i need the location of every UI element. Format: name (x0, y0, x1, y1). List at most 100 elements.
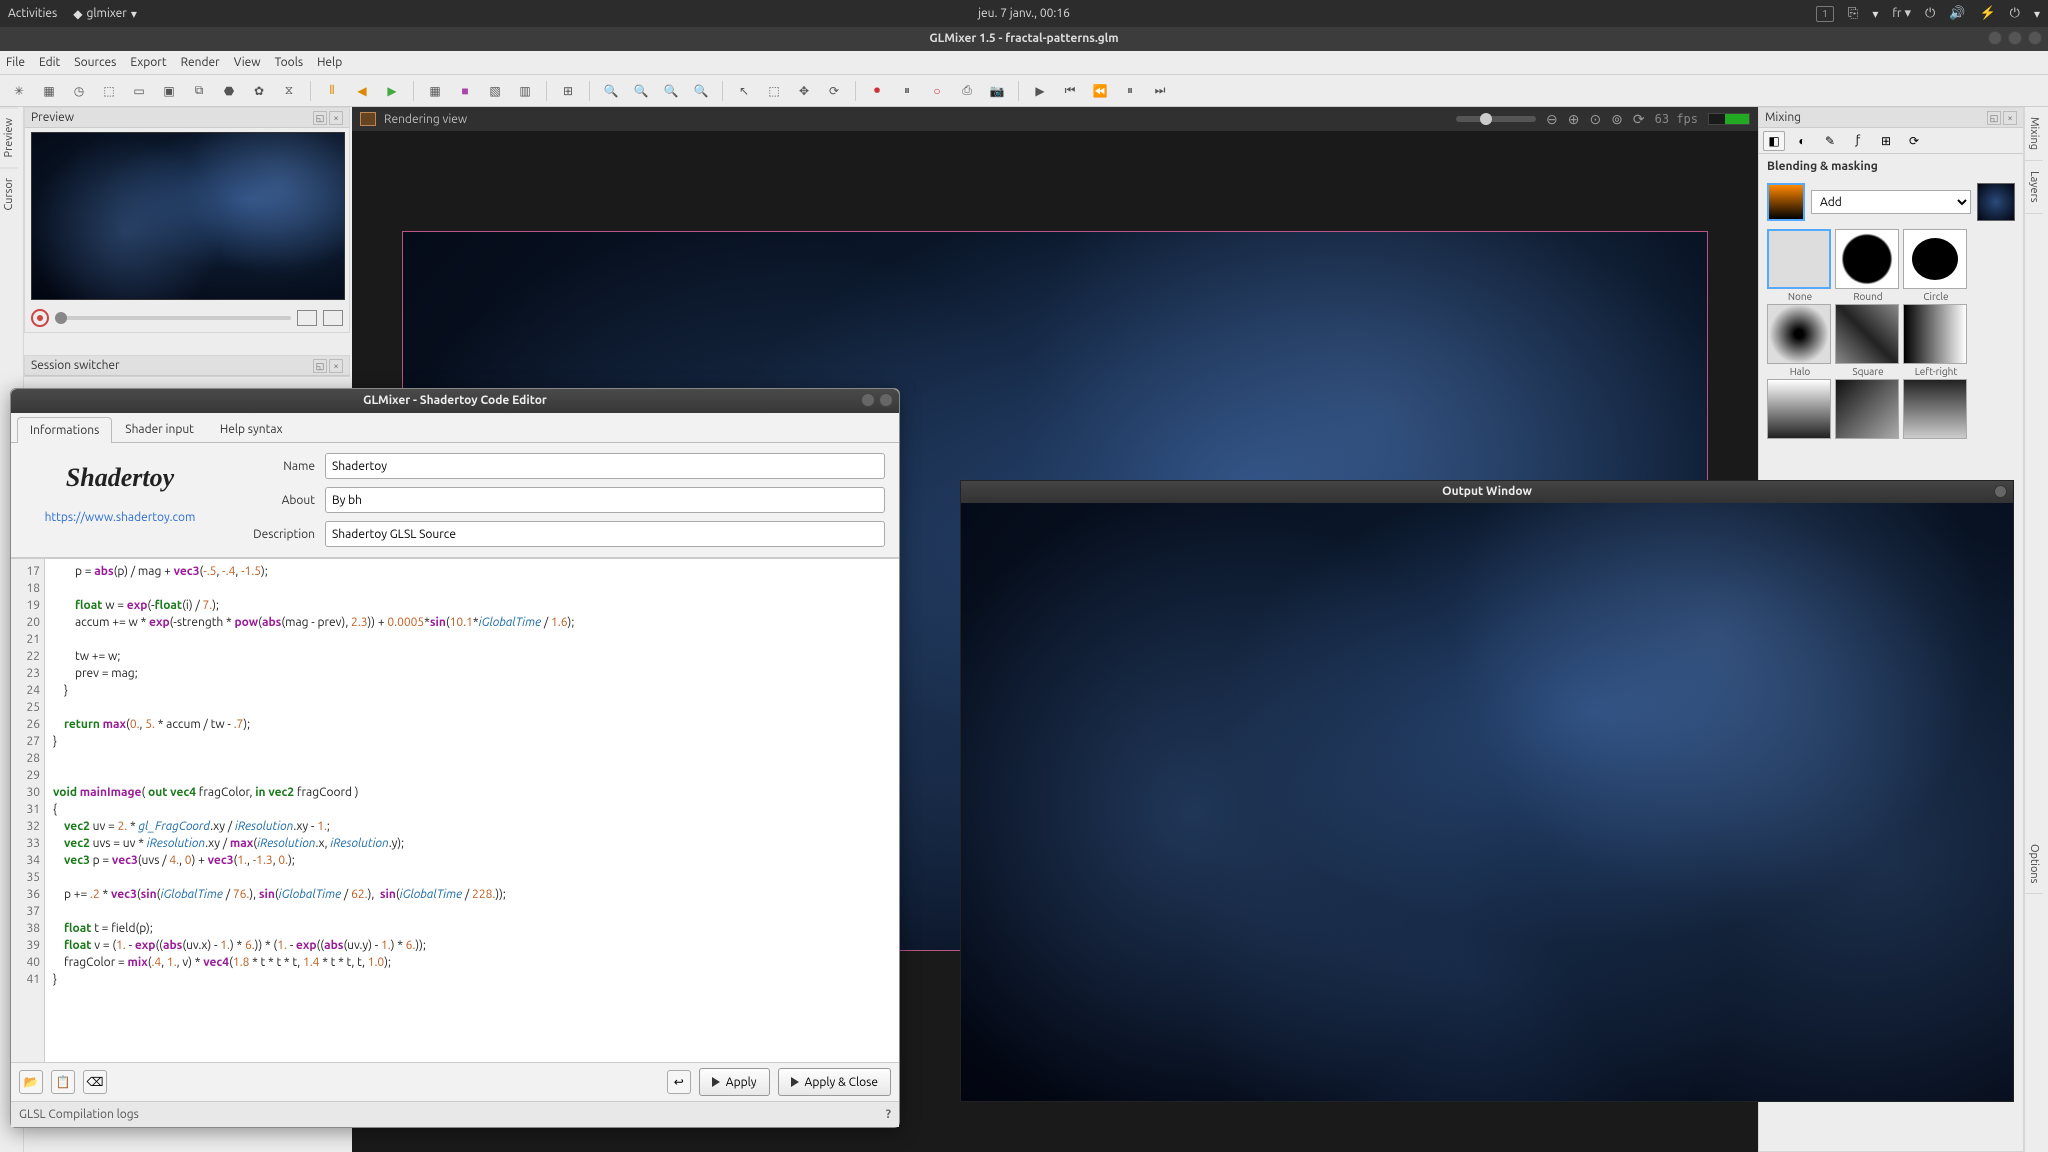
next-icon[interactable]: ⏭ (1149, 80, 1171, 102)
tool1-icon[interactable]: ▦ (424, 80, 446, 102)
preview-slider[interactable] (55, 316, 291, 320)
mix-tab-blend-icon[interactable]: ◧ (1763, 131, 1785, 151)
menu-edit[interactable]: Edit (39, 56, 60, 69)
zoom-reset-icon[interactable]: 🔍 (600, 80, 622, 102)
code-text[interactable]: p = abs(p) / mag + vec3(-.5, -.4, -1.5);… (45, 559, 899, 1062)
cam-icon[interactable]: 📷 (986, 80, 1008, 102)
description-field[interactable] (325, 521, 885, 547)
camera-source-icon[interactable]: ◷ (68, 80, 90, 102)
mask-left-right[interactable]: Left-right (1903, 304, 1969, 377)
preview-mode1-icon[interactable] (297, 310, 317, 326)
panel-float-icon[interactable]: ◱ (1987, 111, 2001, 125)
window-source-icon[interactable]: ▭ (128, 80, 150, 102)
compilation-log-bar[interactable]: GLSL Compilation logs ? (11, 1101, 899, 1127)
zoom-fit-icon[interactable]: ⊙ (1589, 111, 1601, 128)
play-icon[interactable]: ▶ (381, 80, 403, 102)
zoom-out-icon[interactable]: ⊖ (1546, 111, 1558, 128)
activities-button[interactable]: Activities (8, 7, 57, 20)
zoom-in-icon[interactable]: ⊕ (1568, 111, 1580, 128)
mask-halo[interactable]: Halo (1767, 304, 1833, 377)
blend-mode-select[interactable]: Add (1811, 190, 1971, 214)
menu-view[interactable]: View (234, 56, 261, 69)
refresh-icon[interactable]: ⟳ (1633, 111, 1645, 128)
menu-render[interactable]: Render (181, 56, 220, 69)
menu-help[interactable]: Help (317, 56, 342, 69)
keyboard-layout[interactable]: fr ▾ (1892, 6, 1911, 21)
menu-export[interactable]: Export (130, 56, 166, 69)
skip-start-icon[interactable]: ⦀ (321, 80, 343, 102)
rail-options-tab[interactable]: Options (2025, 834, 2043, 894)
clear-icon[interactable]: ⌫ (83, 1070, 107, 1094)
prev-icon[interactable]: ⏮ (1059, 80, 1081, 102)
move-icon[interactable]: ✥ (793, 80, 815, 102)
pause-rec-icon[interactable]: ⏸ (896, 80, 918, 102)
menu-file[interactable]: File (6, 56, 25, 69)
panel-close-icon[interactable]: × (2003, 111, 2017, 125)
rail-cursor-tab[interactable]: Cursor (0, 167, 18, 220)
clock[interactable]: jeu. 7 janv., 00:16 (978, 7, 1070, 20)
rail-mixing-tab[interactable]: Mixing (2025, 107, 2043, 161)
volume-icon[interactable]: 🔊 (1949, 6, 1965, 21)
panel-close-icon[interactable]: × (329, 359, 343, 373)
zoom-out-icon[interactable]: 🔍 (690, 80, 712, 102)
plugin-source-icon[interactable]: ✿ (248, 80, 270, 102)
about-field[interactable] (325, 487, 885, 513)
cube-source-icon[interactable]: ⬚ (98, 80, 120, 102)
close-button[interactable] (2028, 31, 2042, 45)
mask-none[interactable]: None (1767, 229, 1833, 302)
paste-icon[interactable]: 📋 (51, 1070, 75, 1094)
mask-circle[interactable]: Circle (1903, 229, 1969, 302)
apply-close-button[interactable]: Apply & Close (778, 1068, 891, 1096)
panel-float-icon[interactable]: ◱ (313, 359, 327, 373)
dialog-close-button[interactable] (879, 393, 893, 407)
code-editor[interactable]: 17 18 19 20 21 22 23 24 25 26 27 28 29 3… (11, 558, 899, 1063)
video-source-icon[interactable]: ▦ (38, 80, 60, 102)
menu-tools[interactable]: Tools (275, 56, 304, 69)
grid-icon[interactable]: ⊞ (557, 80, 579, 102)
zoom-in-icon[interactable]: 🔍 (660, 80, 682, 102)
menu-sources[interactable]: Sources (74, 56, 116, 69)
panel-float-icon[interactable]: ◱ (313, 111, 327, 125)
open-file-icon[interactable]: 📂 (19, 1070, 43, 1094)
web-source-icon[interactable]: ⬣ (218, 80, 240, 102)
shadertoy-link[interactable]: https://www.shadertoy.com (45, 511, 196, 524)
tab-help-syntax[interactable]: Help syntax (207, 416, 296, 442)
workspace-indicator[interactable]: 1 (1816, 6, 1834, 22)
mix-tab-5-icon[interactable]: ⊞ (1875, 131, 1897, 151)
output-title-bar[interactable]: Output Window (961, 481, 2013, 503)
accessibility-icon[interactable]: ⏻ (1925, 6, 1935, 21)
mix-tab-2-icon[interactable]: ◐ (1791, 131, 1813, 151)
apply-button[interactable]: Apply (699, 1068, 770, 1096)
name-field[interactable] (325, 453, 885, 479)
blend-swatch-icon[interactable] (1767, 183, 1805, 221)
mask-square[interactable]: Square (1835, 304, 1901, 377)
tab-informations[interactable]: Informations (17, 417, 112, 443)
mask-extra-2[interactable] (1835, 379, 1901, 441)
mask-extra-3[interactable] (1903, 379, 1969, 441)
panel-close-icon[interactable]: × (329, 111, 343, 125)
mask-extra-1[interactable] (1767, 379, 1833, 441)
select-icon[interactable]: ⬚ (763, 80, 785, 102)
cursor-icon[interactable]: ↖ (733, 80, 755, 102)
dup-source-icon[interactable]: ⧉ (188, 80, 210, 102)
preview-mode2-icon[interactable] (323, 310, 343, 326)
power-icon[interactable]: ⏻ (2010, 6, 2020, 21)
zoom-fit-icon[interactable]: 🔍 (630, 80, 652, 102)
battery-icon[interactable]: ⚡ (1979, 6, 1995, 21)
new-source-icon[interactable]: ✳ (8, 80, 30, 102)
maximize-button[interactable] (2008, 31, 2022, 45)
tool2-icon[interactable]: ▧ (484, 80, 506, 102)
stop-rec-icon[interactable]: ○ (926, 80, 948, 102)
record-toggle-icon[interactable] (31, 309, 49, 327)
log-help-icon[interactable]: ? (886, 1108, 891, 1121)
wrap-icon[interactable]: ↩ (667, 1070, 691, 1094)
zoom-slider[interactable] (1456, 116, 1536, 122)
app-menu[interactable]: ◆ glmixer ▾ (73, 7, 137, 21)
tab-shader-input[interactable]: Shader input (112, 416, 207, 442)
mix-tab-3-icon[interactable]: ✎ (1819, 131, 1841, 151)
minimize-button[interactable] (1988, 31, 2002, 45)
rotate-icon[interactable]: ⟳ (823, 80, 845, 102)
snapshot-icon[interactable]: ⎙ (956, 80, 978, 102)
rec-icon[interactable]: ⏺ (866, 80, 888, 102)
stop-icon[interactable]: ■ (454, 80, 476, 102)
